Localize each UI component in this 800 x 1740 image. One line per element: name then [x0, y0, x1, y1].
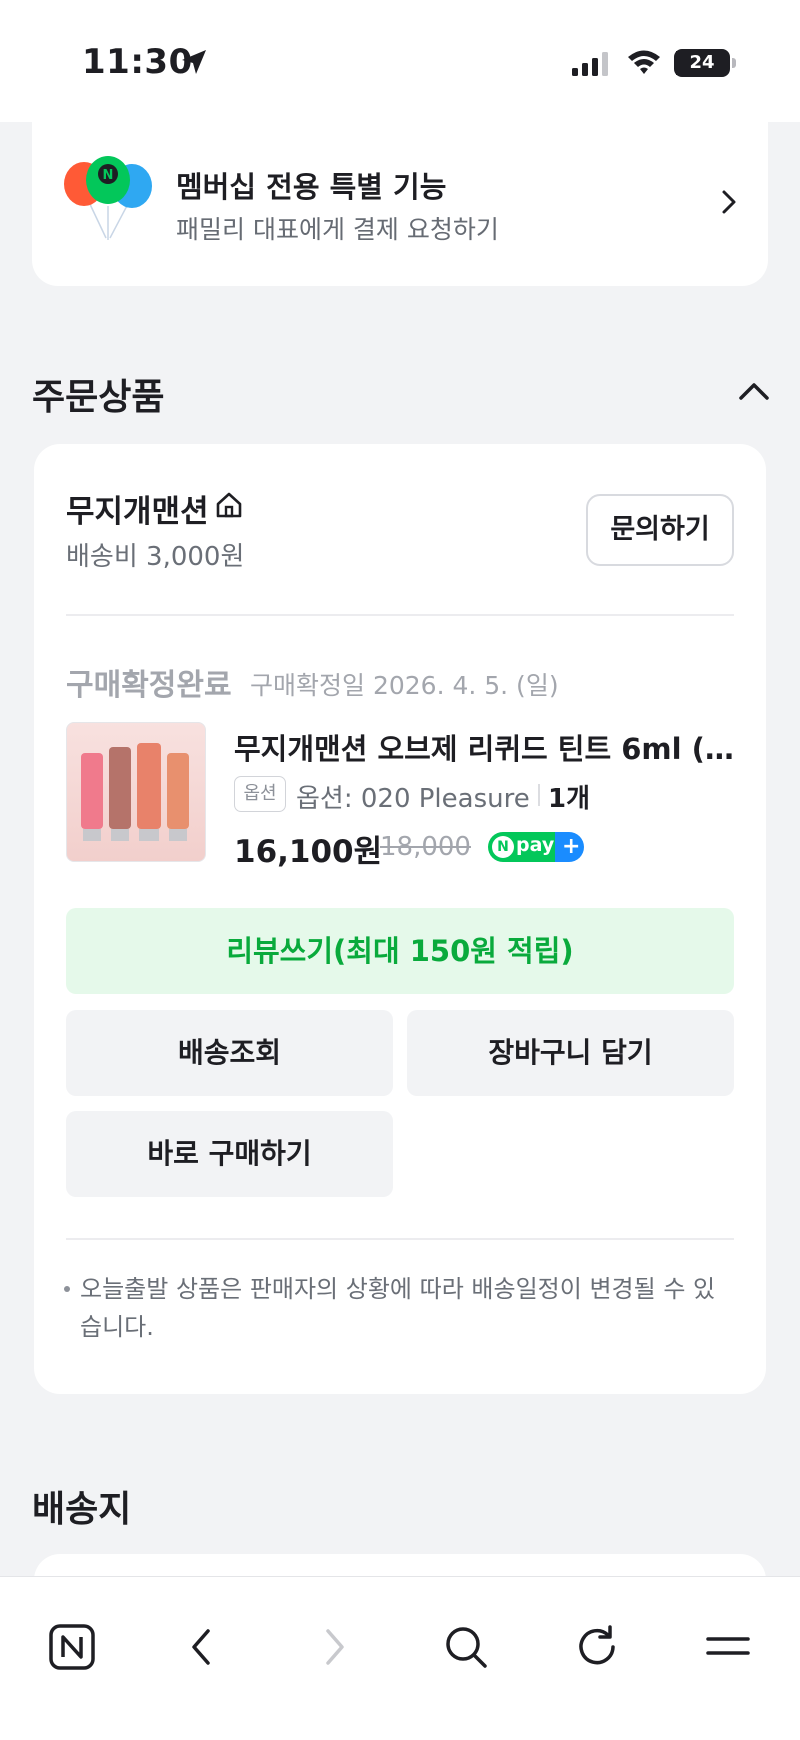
- option-badge: 옵션: [234, 776, 286, 812]
- write-review-button[interactable]: 리뷰쓰기(최대 150원 적립): [66, 908, 734, 994]
- add-to-cart-button[interactable]: 장바구니 담기: [407, 1010, 734, 1096]
- chevron-up-icon[interactable]: [738, 380, 770, 402]
- forward-icon[interactable]: [320, 1623, 350, 1671]
- buy-now-button[interactable]: 바로 구매하기: [66, 1111, 393, 1197]
- purchase-status: 구매확정완료: [66, 668, 232, 703]
- status-time: 11:30: [82, 42, 193, 82]
- status-bar: 11:30 24: [0, 0, 800, 122]
- menu-icon[interactable]: [704, 1623, 752, 1671]
- reload-icon[interactable]: [574, 1623, 622, 1671]
- membership-subtitle: 패밀리 대표에게 결제 요청하기: [176, 215, 499, 244]
- address-section-title: 배송지: [32, 1489, 132, 1530]
- shipping-notice: 오늘출발 상품은 판매자의 상황에 따라 배송일정이 변경될 수 있습니다.: [80, 1275, 716, 1341]
- order-card: 무지개맨션 배송비 3,000원 문의하기 구매확정완료 구매확정일 2026.…: [34, 444, 766, 1394]
- wifi-icon: [628, 50, 660, 74]
- battery-icon: 24: [674, 49, 730, 77]
- npay-n-icon: N: [492, 836, 514, 858]
- divider: [66, 614, 734, 616]
- option-text: 옵션: 020 Pleasure: [296, 784, 530, 814]
- quantity-separator: [538, 784, 540, 806]
- original-price: 18,000: [380, 832, 471, 862]
- balloons-icon: N: [64, 156, 152, 240]
- chevron-right-icon: [722, 190, 736, 214]
- track-delivery-button[interactable]: 배송조회: [66, 1010, 393, 1096]
- npay-plus-icon: +: [562, 834, 581, 859]
- search-icon[interactable]: [442, 1623, 490, 1671]
- browser-toolbar: [0, 1576, 800, 1740]
- order-section-title: 주문상품: [32, 377, 165, 418]
- back-icon[interactable]: [186, 1623, 216, 1671]
- price: 16,100원: [234, 834, 383, 870]
- svg-text:N: N: [103, 168, 114, 183]
- product-image[interactable]: [66, 722, 206, 862]
- product-name[interactable]: 무지개맨션 오브제 리퀴드 틴트 6ml (3...: [234, 726, 734, 768]
- divider: [66, 1238, 734, 1240]
- seller-name[interactable]: 무지개맨션: [66, 486, 209, 531]
- shipping-fee: 배송비 3,000원: [66, 542, 245, 572]
- home-icon[interactable]: [214, 490, 244, 520]
- npay-plus-badge: N pay +: [488, 832, 584, 862]
- bullet-dot: [64, 1286, 70, 1292]
- inquiry-button[interactable]: 문의하기: [586, 494, 734, 566]
- tint-tubes-image: [81, 743, 189, 841]
- confirm-date: 구매확정일 2026. 4. 5. (일): [250, 671, 559, 700]
- membership-title: 멤버십 전용 특별 기능: [176, 170, 447, 204]
- quantity: 1개: [548, 784, 591, 814]
- naver-home-icon[interactable]: [48, 1623, 96, 1671]
- npay-label: pay: [516, 834, 555, 856]
- membership-card[interactable]: N 멤버십 전용 특별 기능 패밀리 대표에게 결제 요청하기: [32, 122, 768, 286]
- battery-cap: [732, 58, 736, 68]
- cellular-signal-icon: [572, 52, 608, 76]
- battery-level: 24: [689, 52, 715, 73]
- location-arrow-icon: [182, 50, 206, 74]
